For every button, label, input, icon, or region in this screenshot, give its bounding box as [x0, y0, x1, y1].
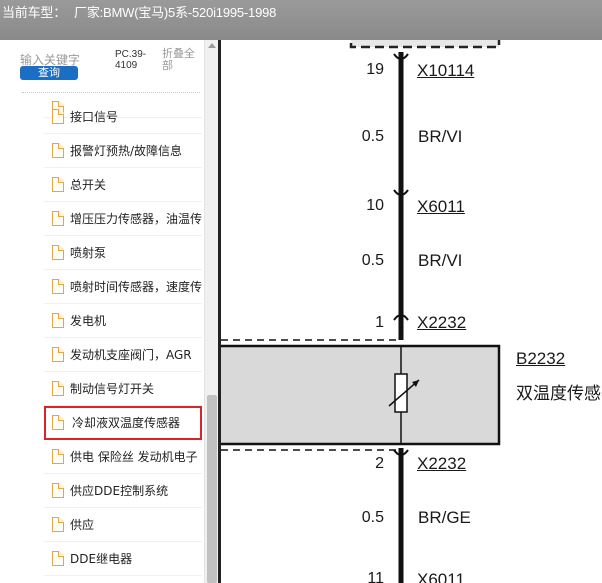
tree-item-label: 制动信号灯开关 [70, 382, 155, 396]
connector-label[interactable]: X6011 [417, 197, 465, 217]
scroll-thumb[interactable] [207, 395, 217, 583]
file-icon [52, 551, 64, 566]
tree-item-selected[interactable]: 冷却液双温度传感器 [44, 406, 202, 440]
top-connector-block [349, 40, 501, 49]
component-box [221, 344, 501, 446]
tree-item[interactable]: 喷射时间传感器，速度传感器 [44, 270, 202, 304]
query-button[interactable]: 查询 [20, 66, 78, 80]
pc-code: PC.39-4109 [115, 49, 147, 71]
sidebar: 查询 PC.39-4109 折叠全部 接口信号 报警灯预热/故障信息 总开关 增… [0, 40, 218, 583]
tree-item-label: 报警灯预热/故障信息 [70, 144, 183, 158]
connector-label[interactable]: X2232 [417, 454, 466, 474]
wire-gauge: 0.5 [361, 128, 384, 145]
title-bar: 当前车型： 厂家:BMW(宝马)5系-520i1995-1998 [0, 0, 602, 40]
tree-item[interactable]: 发动机支座阀门，AGR [44, 338, 202, 372]
sidebar-scrollbar[interactable] [204, 40, 218, 583]
tree-item[interactable]: 喷射泵 [44, 236, 202, 270]
tree-item-label: 增压压力传感器，油温传感器 [70, 212, 202, 226]
tree-item[interactable]: DDE继电器 [44, 542, 202, 576]
tree-item[interactable]: 总开关 [44, 168, 202, 202]
tree-item-label: DDE继电器 [70, 552, 133, 566]
collapse-all-link[interactable]: 折叠全部 [162, 48, 204, 72]
tree-item-label: 总开关 [70, 178, 107, 192]
tree-item-label: 喷射泵 [70, 246, 107, 260]
tree-item[interactable]: 增压压力传感器，油温传感器 [44, 202, 202, 236]
file-icon [52, 279, 64, 294]
file-icon [52, 313, 64, 328]
file-icon [52, 483, 64, 498]
file-icon [52, 177, 64, 192]
wire-color: BR/VI [418, 251, 463, 270]
component-code[interactable]: B2232 [516, 349, 565, 369]
file-icon [52, 449, 64, 464]
connector-label[interactable]: X10114 [417, 61, 474, 81]
tree-item[interactable]: 接口信号 [44, 100, 202, 134]
file-icon [52, 143, 64, 158]
tree-item[interactable]: 供应DDE控制系统 [44, 474, 202, 508]
wire-color: BR/GE [418, 508, 471, 527]
component-name: 双温度传感器 [516, 384, 602, 403]
tree-item[interactable]: 供电 保险丝 发动机电子 [44, 440, 202, 474]
search-separator [22, 92, 200, 93]
tree-item[interactable]: 供应 [44, 508, 202, 542]
wiring-diagram: 19 10 1 2 11 X10114 X6011 X2232 X2232 X6… [221, 40, 602, 583]
tree-item-label: 发电机 [70, 314, 107, 328]
connector-label[interactable]: X6011 [417, 570, 465, 583]
tree-item-label: 发动机支座阀门，AGR [70, 348, 192, 362]
pin-number: 19 [366, 61, 384, 78]
pin-number: 1 [375, 314, 384, 331]
file-icon [52, 109, 64, 124]
connector-label[interactable]: X2232 [417, 313, 466, 333]
file-icon [52, 381, 64, 396]
pin-number: 2 [375, 455, 384, 472]
scroll-up-arrow-icon[interactable] [208, 43, 216, 48]
search-row: 查询 PC.39-4109 折叠全部 [0, 40, 204, 92]
tree-item[interactable]: 发电机 [44, 304, 202, 338]
thermistor-icon [394, 373, 408, 413]
tree-item-label: 供应 [70, 518, 95, 532]
tree-item-label: 接口信号 [70, 110, 119, 124]
file-icon [52, 347, 64, 362]
wire-gauge: 0.5 [361, 509, 384, 526]
title-label: 当前车型： [2, 5, 67, 20]
vehicle-name: 厂家:BMW(宝马)5系-520i1995-1998 [74, 5, 277, 20]
file-icon [52, 517, 64, 532]
file-icon [52, 211, 64, 226]
file-icon [52, 245, 64, 260]
tree-item[interactable]: 制动信号灯开关 [44, 372, 202, 406]
tree-item-label: 冷却液双温度传感器 [72, 416, 181, 430]
pin-number: 11 [367, 570, 384, 583]
tree-item-label: 喷射时间传感器，速度传感器 [70, 280, 202, 294]
tree-item[interactable]: 报警灯预热/故障信息 [44, 134, 202, 168]
wiring-diagram-svg [221, 40, 501, 583]
wire-gauge: 0.5 [361, 252, 384, 269]
tree-item-label: 供应DDE控制系统 [70, 484, 169, 498]
wire-color: BR/VI [418, 127, 463, 146]
pin-number: 10 [366, 197, 384, 214]
tree-item-label: 供电 保险丝 发动机电子 [70, 450, 198, 464]
file-icon [52, 415, 64, 430]
